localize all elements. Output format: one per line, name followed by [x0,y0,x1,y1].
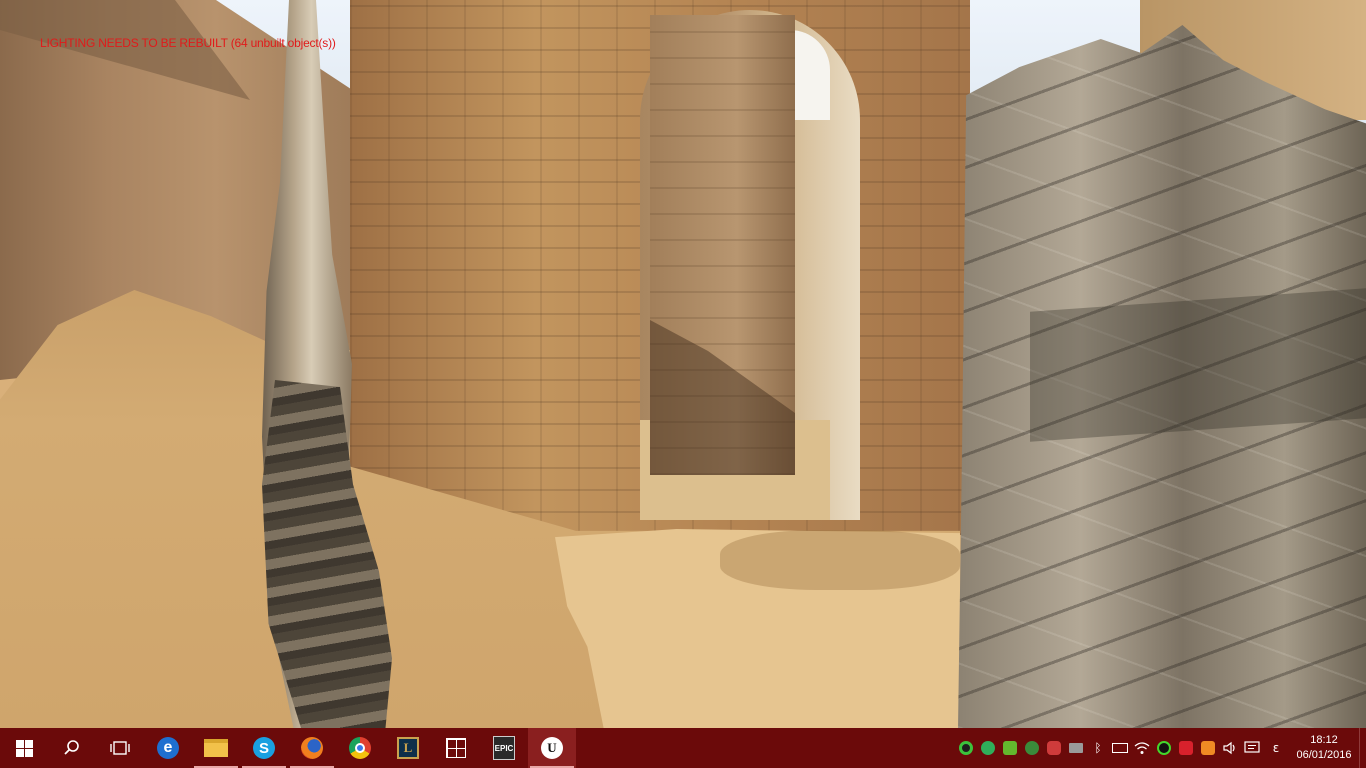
volume-icon [1223,741,1235,755]
tray-app-1[interactable] [955,728,977,768]
tray-app-9[interactable] [1197,728,1219,768]
unreal-engine-icon: U [541,737,563,759]
razer-icon [1157,741,1171,755]
taskbar-app-chrome[interactable] [336,728,384,768]
tray-app-5[interactable] [1043,728,1065,768]
wifi-icon [1134,742,1150,754]
epic-games-icon: EPIC [493,736,515,760]
task-view-icon [110,741,130,755]
edge-icon: e [157,737,179,759]
search-icon [64,740,79,755]
league-of-legends-icon: L [397,737,419,759]
leaf-icon [1003,741,1017,755]
action-center-button[interactable] [1241,728,1263,768]
sync-icon [981,741,995,755]
tray-app-8[interactable] [1175,728,1197,768]
taskbar-app-edge[interactable]: e [144,728,192,768]
taskbar-app-unreal-engine[interactable]: U [528,728,576,768]
start-button[interactable] [0,728,48,768]
windows-taskbar: e S L EPIC U ᛒ ε 18:12 06/01/2016 [0,728,1366,768]
battery-button[interactable] [1109,728,1131,768]
firefox-icon [301,737,323,759]
taskbar-app-epic-games[interactable]: EPIC [480,728,528,768]
tray-app-2[interactable] [977,728,999,768]
taskbar-app-league-of-legends[interactable]: L [384,728,432,768]
clock-date: 06/01/2016 [1296,749,1352,761]
bluetooth-button[interactable]: ᛒ [1087,728,1109,768]
show-desktop-button[interactable] [1359,728,1366,768]
search-button[interactable] [48,728,96,768]
clock[interactable]: 18:12 06/01/2016 [1289,728,1359,768]
wifi-button[interactable] [1131,728,1153,768]
task-view-button[interactable] [96,728,144,768]
taskbar-app-file-explorer[interactable] [192,728,240,768]
gamepad-icon [1047,741,1061,755]
network-globe-icon [1025,741,1039,755]
chrome-icon [349,737,371,759]
bluetooth-icon: ᛒ [1094,741,1102,755]
avast-icon [1201,741,1215,755]
acrobat-icon [1179,741,1193,755]
sand-shadow [720,530,960,590]
store-icon [446,738,466,758]
taskbar-app-store[interactable] [432,728,480,768]
game-viewport[interactable]: LIGHTING NEEDS TO BE REBUILT (64 unbuilt… [0,0,1366,728]
windows-start-icon [15,739,33,757]
tray-app-6[interactable] [1065,728,1087,768]
lighting-warning-text: LIGHTING NEEDS TO BE REBUILT (64 unbuilt… [40,36,336,50]
folder-icon [204,739,228,757]
volume-button[interactable] [1219,728,1241,768]
rock-shadow [1030,288,1366,442]
monitor-icon [1069,743,1083,753]
taskbar-app-firefox[interactable] [288,728,336,768]
clock-time: 18:12 [1310,734,1338,746]
tray-app-4[interactable] [1021,728,1043,768]
tray-app-3[interactable] [999,728,1021,768]
notification-icon [1244,741,1260,753]
system-tray: ᛒ ε 18:12 06/01/2016 [955,728,1366,768]
taskbar-app-skype[interactable]: S [240,728,288,768]
input-language[interactable]: ε [1263,728,1289,768]
green-circle-icon [959,741,973,755]
skype-icon: S [253,737,275,759]
tray-app-7[interactable] [1153,728,1175,768]
battery-icon [1112,743,1128,753]
